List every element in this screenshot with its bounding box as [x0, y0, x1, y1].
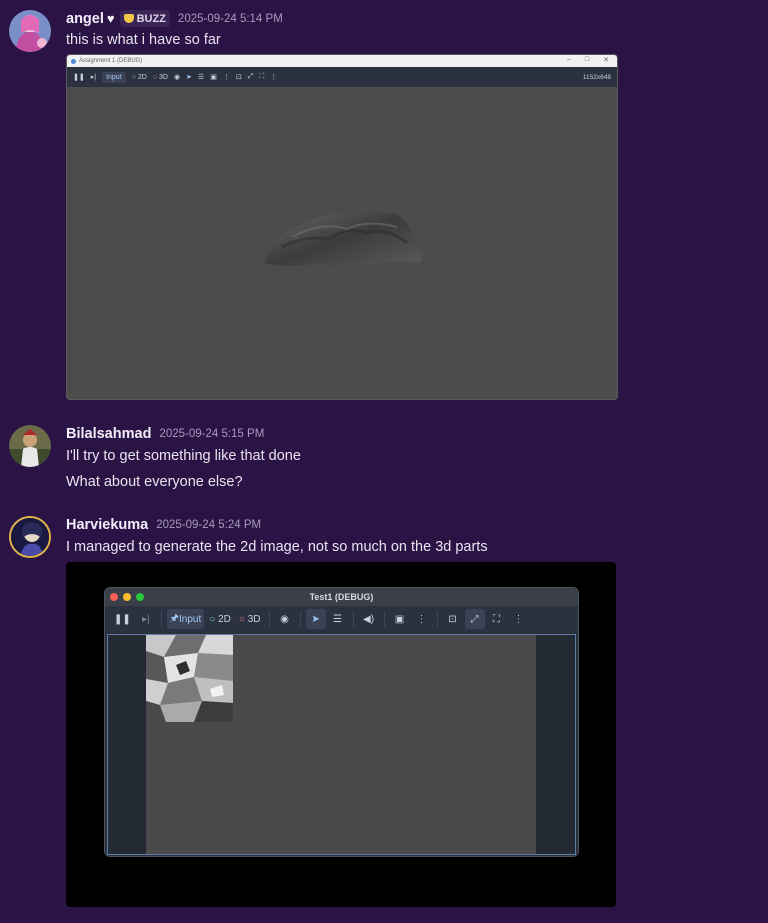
mode-3d-label: 3D: [158, 73, 168, 81]
avatar[interactable]: [9, 516, 51, 558]
step-icon: ▸|: [90, 74, 97, 81]
message-text: I'll try to get something like that done: [66, 448, 301, 464]
divider: [299, 611, 301, 627]
heart-badge-icon: [123, 14, 134, 23]
avatar[interactable]: [9, 10, 51, 52]
eye-icon: ◉: [280, 613, 289, 625]
username[interactable]: angel: [66, 11, 104, 27]
app-icon: [71, 58, 76, 64]
divider: [160, 611, 162, 627]
image-attachment[interactable]: Assignment 1 (DEBUG) – □ ✕ ❚❚ ▸| Input ○…: [66, 54, 618, 400]
fit-icon: ⊡: [235, 74, 242, 81]
list-icon: ☰: [333, 613, 342, 625]
terrain-mesh: [264, 210, 422, 267]
heart-icon: ♥: [106, 11, 115, 26]
window-title: Assignment 1 (DEBUG): [79, 58, 143, 64]
avatar[interactable]: [9, 425, 51, 467]
input-toggle: 🖈 Input: [166, 609, 205, 629]
select-icon: ➤: [186, 74, 192, 81]
minimize-dot-icon: [123, 593, 131, 601]
game-area: [146, 635, 536, 854]
traffic-lights: [110, 593, 144, 601]
input-label: Input: [179, 613, 202, 625]
options-icon: ⋮: [513, 613, 524, 625]
username[interactable]: Bilalsahmad: [66, 426, 151, 442]
mode-2d: ○ 2D: [131, 73, 147, 81]
debug-window: Test1 (DEBUG) ❚❚ ▸| 🖈 Input ○ 2D ○ 3D ◉ ➤…: [104, 587, 579, 857]
mode-2d-label: 2D: [137, 73, 147, 81]
pause-icon: ❚❚: [73, 74, 85, 81]
select-icon: ➤: [305, 609, 326, 629]
list-icon: ☰: [197, 74, 205, 81]
options-icon: ⋮: [270, 74, 278, 81]
eye-icon: ◉: [173, 74, 181, 81]
mode-3d: ○ 3D: [238, 613, 261, 625]
guild-tag-label: BUZZ: [136, 12, 166, 25]
fullscreen-icon: ⛶: [493, 613, 501, 625]
mode-2d: ○ 2D: [209, 613, 231, 625]
minimize-icon: –: [566, 56, 571, 63]
username[interactable]: Harviekuma: [66, 517, 148, 533]
message-text: What about everyone else?: [66, 474, 243, 490]
maximize-dot-icon: [136, 593, 144, 601]
close-icon: ✕: [603, 57, 609, 64]
timestamp: 2025-09-24 5:24 PM: [156, 519, 262, 531]
image-attachment[interactable]: Test1 (DEBUG) ❚❚ ▸| 🖈 Input ○ 2D ○ 3D ◉ ➤…: [66, 562, 616, 907]
input-label: Input: [106, 73, 122, 81]
divider: [268, 611, 270, 627]
window-titlebar: Assignment 1 (DEBUG) – □ ✕: [67, 55, 617, 67]
resolution-readout: 1152x648: [582, 73, 611, 81]
divider: [352, 611, 354, 627]
window-title: Test1 (DEBUG): [309, 592, 374, 602]
mode-3d-label: 3D: [247, 613, 261, 625]
message-text: this is what i have so far: [66, 32, 221, 48]
window-controls: – □ ✕: [567, 56, 609, 64]
close-dot-icon: [110, 593, 118, 601]
pause-icon: ❚❚: [114, 613, 131, 625]
generated-texture: [146, 635, 233, 722]
expand-icon: ⤢: [247, 73, 254, 80]
debug-toolbar: ❚❚ ▸| 🖈 Input ○ 2D ○ 3D ◉ ➤ ☰ ◀) ▣ ⋮ ⊡ ⤢ …: [105, 606, 578, 632]
speaker-icon: ◀): [363, 613, 375, 625]
divider: [436, 611, 438, 627]
divider: [383, 611, 385, 627]
step-icon: ▸|: [141, 613, 150, 625]
timestamp: 2025-09-24 5:14 PM: [177, 12, 283, 25]
mode-3d: ○ 3D: [152, 73, 168, 81]
timestamp: 2025-09-24 5:15 PM: [159, 428, 265, 440]
fit-icon: ⊡: [448, 613, 457, 625]
viewport-2d: [107, 634, 576, 855]
camera-icon: ▣: [394, 613, 405, 625]
mode-2d-label: 2D: [218, 613, 231, 625]
expand-icon: ⤢: [464, 609, 485, 629]
message-text: I managed to generate the 2d image, not …: [66, 539, 488, 555]
guild-tag[interactable]: BUZZ: [119, 10, 170, 27]
camera-icon: ▣: [210, 74, 217, 81]
input-toggle: Input: [102, 71, 126, 83]
debug-toolbar: ❚❚ ▸| Input ○ 2D ○ 3D ◉ ➤ ☰ ▣ ⋮ ⊡ ⤢ ⛶ ⋮ …: [67, 67, 617, 87]
fullscreen-icon: ⛶: [259, 73, 265, 80]
viewport-3d: [67, 87, 617, 397]
window-titlebar: Test1 (DEBUG): [105, 588, 578, 606]
maximize-icon: □: [584, 56, 590, 63]
more-icon: ⋮: [222, 74, 230, 81]
more-icon: ⋮: [416, 613, 427, 625]
